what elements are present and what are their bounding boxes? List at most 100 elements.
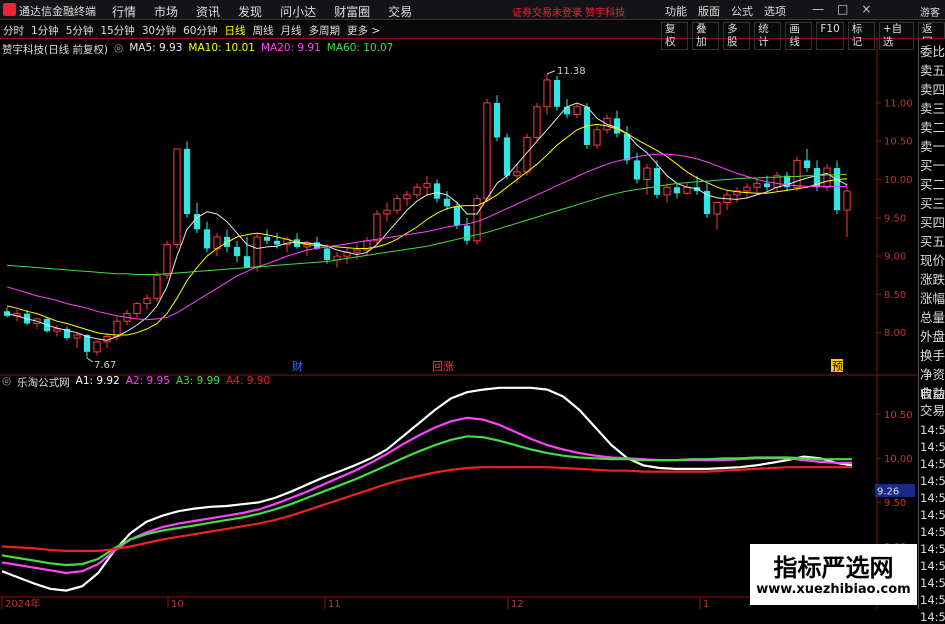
side-label-13[interactable]: 涨幅 <box>920 292 945 306</box>
legend-stock-name[interactable]: 赞宇科技(日线 前复权) <box>2 42 108 57</box>
candle-15 <box>153 271 161 303</box>
side-label-3[interactable]: 卖三 <box>920 102 945 116</box>
period-tab-9[interactable]: 多周期 <box>309 23 341 38</box>
candle-body-49 <box>493 102 501 138</box>
side-label-12[interactable]: 涨跌 <box>920 273 945 287</box>
candle-body-61 <box>613 118 621 134</box>
date-label-1: 10 <box>171 599 184 609</box>
period-tab-1[interactable]: 1分钟 <box>31 23 59 38</box>
candle-34 <box>343 248 351 264</box>
side-label-14[interactable]: 总量 <box>920 311 945 325</box>
candle-body-13 <box>133 303 141 315</box>
period-toolbar: 分时 1分钟 5分钟 15分钟 30分钟 60分钟 日线 周线 月线 多周期 更多 > 复权 叠加 多股… <box>0 21 945 50</box>
side-bottom-label-1[interactable]: 交易 <box>920 404 945 418</box>
main-price-axis: 11.00 10.50 10.00 9.50 9.00 8.50 8.00 <box>877 98 913 339</box>
candle-body-56 <box>563 106 571 115</box>
menu-item-ask[interactable]: 问小达 <box>280 3 316 20</box>
candle-54 <box>543 73 551 115</box>
candle-43 <box>433 179 441 203</box>
side-label-16[interactable]: 换手 <box>920 349 945 363</box>
ma-line-ma10 <box>6 123 848 336</box>
ma-line-ma5 <box>6 102 848 341</box>
watermark-overlay: 指标严选网 www.xuezhibiao.com <box>750 544 917 605</box>
side-label-11[interactable]: 现价 <box>920 254 945 268</box>
side-label-6[interactable]: 买一 <box>920 159 945 173</box>
side-label-2[interactable]: 卖四 <box>920 83 945 97</box>
candle-body-80 <box>803 160 811 169</box>
candle-72 <box>723 191 731 211</box>
side-label-17[interactable]: 净资 <box>920 368 945 382</box>
trade-time-9: 14:56 <box>920 576 945 590</box>
legend-settings-icon[interactable]: ◎ <box>114 42 123 57</box>
candle-body-74 <box>743 186 751 192</box>
candle-body-57 <box>573 106 581 115</box>
period-tab-8[interactable]: 月线 <box>281 23 302 38</box>
guest-login[interactable]: 游客 <box>920 4 940 19</box>
candle-body-38 <box>383 209 391 215</box>
candle-26 <box>263 229 271 245</box>
period-tabs: 分时 1分钟 5分钟 15分钟 30分钟 60分钟 日线 周线 月线 多周期 更多 > <box>3 23 380 38</box>
candle-body-59 <box>593 129 601 146</box>
login-notice[interactable]: 证券交易未登录 赞宇科技 <box>512 4 625 19</box>
maximize-icon[interactable]: □ <box>837 2 848 16</box>
app-title: 通达信金融终端 <box>19 5 96 18</box>
menu-item-quotes[interactable]: 行情 <box>112 3 136 20</box>
side-label-8[interactable]: 买三 <box>920 197 945 211</box>
trade-time-1: 14:56 <box>920 440 945 454</box>
candle-20 <box>203 221 211 253</box>
side-bottom-label-0[interactable]: 自动 <box>920 387 945 401</box>
close-icon[interactable]: × <box>861 2 871 16</box>
minimize-icon[interactable]: — <box>812 2 824 16</box>
menu-item-news[interactable]: 资讯 <box>196 3 220 20</box>
candle-73 <box>733 187 741 203</box>
period-tab-10[interactable]: 更多 > <box>347 23 380 38</box>
menu-item-function[interactable]: 功能 <box>665 3 687 19</box>
indicator-line-a2 <box>1 416 852 575</box>
candle-66 <box>663 183 671 203</box>
app-logo-icon <box>3 3 16 16</box>
candle-3 <box>33 317 41 329</box>
kline-chart[interactable]: 11.00 10.50 10.00 9.50 9.00 8.50 8.00 11.38 7.6… <box>0 39 917 609</box>
period-tab-3[interactable]: 15分钟 <box>100 23 134 38</box>
period-tab-7[interactable]: 周线 <box>253 23 274 38</box>
menu-item-trade[interactable]: 交易 <box>388 3 412 20</box>
period-tab-4[interactable]: 30分钟 <box>142 23 176 38</box>
menu-item-formula[interactable]: 公式 <box>731 3 753 19</box>
trade-time-11: 14:56 <box>920 610 945 624</box>
candle-body-16 <box>163 244 171 276</box>
candle-body-54 <box>543 79 551 108</box>
quote-side-panel: 委比 卖五 卖四 卖三 卖二 卖一 买一 买二 买三 买四 买五 现价 涨跌 涨幅 总量 外盘 换手 净资 收益 自动… <box>918 39 945 624</box>
menu-item-wealth[interactable]: 财富圈 <box>334 3 370 20</box>
side-label-0[interactable]: 委比 <box>920 45 945 59</box>
menu-item-options[interactable]: 选项 <box>764 3 786 19</box>
candle-78 <box>783 171 791 192</box>
candle-61 <box>613 110 621 138</box>
period-tab-5[interactable]: 60分钟 <box>183 23 217 38</box>
trade-time-8: 14:56 <box>920 559 945 573</box>
indicator-settings-icon[interactable]: ◎ <box>2 375 11 390</box>
candle-23 <box>233 240 241 263</box>
trade-time-7: 14:56 <box>920 542 945 556</box>
menu-item-market[interactable]: 市场 <box>154 3 178 20</box>
side-label-5[interactable]: 卖一 <box>920 140 945 154</box>
period-tab-0[interactable]: 分时 <box>3 23 24 38</box>
legend-a1: A1: 9.92 <box>75 375 120 387</box>
side-label-15[interactable]: 外盘 <box>920 330 945 344</box>
indicator-name[interactable]: 乐淘公式网 <box>17 375 70 390</box>
side-label-1[interactable]: 卖五 <box>920 64 945 78</box>
main-tick-label-4: 9.00 <box>884 252 906 263</box>
side-label-7[interactable]: 买二 <box>920 178 945 192</box>
main-legend: 赞宇科技(日线 前复权) ◎ MA5: 9.93 MA10: 10.01 MA2… <box>2 42 393 57</box>
menu-item-layout[interactable]: 版面 <box>698 3 720 19</box>
period-tab-6[interactable]: 日线 <box>225 23 246 38</box>
period-tab-2[interactable]: 5分钟 <box>66 23 94 38</box>
side-label-4[interactable]: 卖二 <box>920 121 945 135</box>
side-label-10[interactable]: 买五 <box>920 235 945 249</box>
candle-body-62 <box>623 133 631 161</box>
side-label-9[interactable]: 买四 <box>920 216 945 230</box>
main-tick-label-2: 10.00 <box>884 175 913 186</box>
candle-body-82 <box>823 167 831 188</box>
candle-body-17 <box>173 148 181 246</box>
menu-item-discover[interactable]: 发现 <box>238 3 262 20</box>
candle-body-48 <box>483 102 491 200</box>
